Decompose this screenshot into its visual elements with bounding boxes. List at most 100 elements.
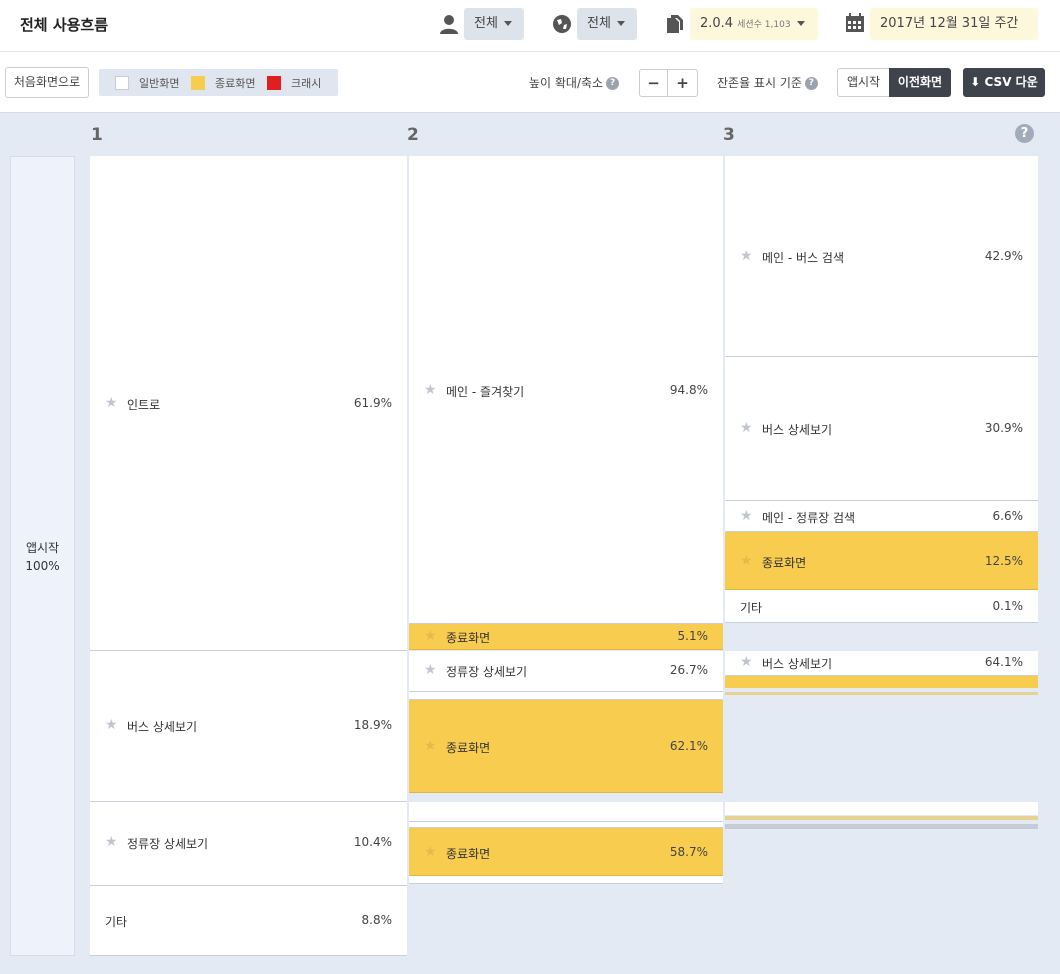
node-label: 종료화면 <box>762 556 807 570</box>
node-percent: 62.1% <box>669 739 708 753</box>
zoom-label-group: 높이 확대/축소? <box>529 74 620 91</box>
node-percent: 6.6% <box>992 509 1024 523</box>
download-icon: ⬇ <box>970 75 981 89</box>
node-percent: 12.5% <box>984 554 1023 568</box>
flow-node[interactable]: ★ 버스 상세보기 64.1% <box>725 651 1038 676</box>
region-filter-value: 전체 <box>587 16 611 31</box>
help-icon[interactable]: ? <box>1015 124 1034 143</box>
node-label: 정류장 상세보기 <box>446 665 528 679</box>
column-number: 2 <box>407 125 419 145</box>
flow-node-other[interactable] <box>409 876 723 884</box>
node-percent: 8.8% <box>361 913 393 927</box>
node-percent: 42.9% <box>984 249 1023 263</box>
document-icon <box>664 13 686 35</box>
node-percent: 5.1% <box>677 629 709 643</box>
help-icon[interactable]: ? <box>606 77 620 90</box>
node-percent: 100% <box>25 559 60 573</box>
node-label: 정류장 상세보기 <box>127 837 209 851</box>
flow-node-exit-thin[interactable] <box>725 676 1038 688</box>
flow-node[interactable]: ★ 메인 - 정류장 검색 6.6% <box>725 501 1038 532</box>
star-icon[interactable]: ★ <box>740 508 753 524</box>
star-icon[interactable]: ★ <box>424 628 437 644</box>
flow-node-exit[interactable]: ★ 종료화면 58.7% <box>409 828 723 876</box>
date-range-dropdown[interactable]: 2017년 12월 31일 주간 <box>870 8 1038 58</box>
flow-node[interactable]: ★ 인트로 61.9% <box>90 156 407 651</box>
zoom-in-button[interactable]: + <box>667 69 698 97</box>
column-number: 3 <box>723 125 735 145</box>
version-value: 2.0.4 <box>700 16 734 31</box>
node-label: 앱시작 <box>25 541 60 555</box>
star-icon[interactable]: ★ <box>424 844 437 860</box>
node-percent: 26.7% <box>669 663 708 677</box>
help-icon[interactable]: ? <box>804 77 818 90</box>
reset-view-button[interactable]: 처음화면으로 <box>5 67 89 98</box>
plus-icon: + <box>676 74 689 92</box>
star-icon[interactable]: ★ <box>740 553 753 569</box>
flow-node-other-thin[interactable] <box>725 824 1038 829</box>
retention-option-label: 앱시작 <box>846 75 881 89</box>
node-label: 메인 - 즐겨찾기 <box>446 385 525 399</box>
star-icon[interactable]: ★ <box>105 395 118 411</box>
chevron-down-icon <box>503 21 512 26</box>
node-label: 종료화면 <box>446 631 491 645</box>
chevron-down-icon <box>616 21 625 26</box>
star-icon[interactable]: ★ <box>105 717 118 733</box>
flow-node-other[interactable] <box>409 692 723 700</box>
globe-icon <box>551 13 573 35</box>
retention-label-group: 잔존율 표시 기준? <box>717 74 818 91</box>
retention-option-label: 이전화면 <box>897 75 943 89</box>
flow-node-exit-thin[interactable] <box>725 816 1038 820</box>
flow-node-exit[interactable]: ★ 종료화면 12.5% <box>725 532 1038 590</box>
flow-node-other-thin[interactable] <box>725 692 1038 695</box>
node-percent: 58.7% <box>669 845 708 859</box>
minus-icon: − <box>647 74 660 92</box>
retention-label: 잔존율 표시 기준 <box>717 76 802 90</box>
star-icon[interactable]: ★ <box>424 662 437 678</box>
node-percent: 64.1% <box>984 655 1023 669</box>
flow-node[interactable]: ★ 정류장 상세보기 10.4% <box>90 802 407 886</box>
node-label: 기타 <box>105 915 128 929</box>
flow-node[interactable]: 기타 8.8% <box>90 886 407 956</box>
flow-node-app-start[interactable]: 앱시작 100% <box>10 156 75 956</box>
node-label: 메인 - 정류장 검색 <box>762 511 856 525</box>
node-percent: 0.1% <box>992 599 1024 613</box>
star-icon[interactable]: ★ <box>740 420 753 436</box>
flow-node[interactable]: ★ 버스 상세보기 18.9% <box>90 651 407 802</box>
flow-node[interactable]: 기타 0.1% <box>725 590 1038 623</box>
version-dropdown[interactable]: 2.0.4 세션수 1,103 <box>690 8 818 40</box>
node-label: 버스 상세보기 <box>762 423 833 437</box>
node-percent: 18.9% <box>353 718 392 732</box>
page-title: 전체 사용흐름 <box>20 16 109 34</box>
node-percent: 10.4% <box>353 835 392 849</box>
node-label: 인트로 <box>127 398 161 412</box>
header-bar: 전체 사용흐름 전체 전체 2.0.4 세션수 1,103 2017년 12월 3… <box>0 0 1060 58</box>
flow-node[interactable]: ★ 메인 - 버스 검색 42.9% <box>725 156 1038 357</box>
user-filter-dropdown[interactable]: 전체 <box>464 8 524 40</box>
chevron-down-icon <box>796 21 805 26</box>
legend-swatch-crash <box>267 76 281 90</box>
flow-node-other[interactable] <box>409 802 723 822</box>
flow-node-other-thin[interactable] <box>725 802 1038 815</box>
flow-node-exit[interactable]: ★ 종료화면 5.1% <box>409 624 723 650</box>
star-icon[interactable]: ★ <box>740 654 753 670</box>
retention-option-app-start[interactable]: 앱시작 <box>837 68 890 97</box>
flow-node[interactable]: ★ 정류장 상세보기 26.7% <box>409 651 723 692</box>
reset-view-label: 처음화면으로 <box>13 75 81 89</box>
node-label: 종료화면 <box>446 847 491 861</box>
star-icon[interactable]: ★ <box>740 248 753 264</box>
sessions-count: 세션수 1,103 <box>737 20 791 30</box>
retention-option-prev-screen[interactable]: 이전화면 <box>889 68 951 97</box>
flow-node-exit[interactable]: ★ 종료화면 62.1% <box>409 700 723 793</box>
star-icon[interactable]: ★ <box>105 834 118 850</box>
csv-download-button[interactable]: ⬇ CSV 다운 <box>963 68 1045 97</box>
flow-node[interactable]: ★ 버스 상세보기 30.9% <box>725 357 1038 501</box>
legend-label-crash: 크래시 <box>291 77 322 90</box>
flow-node[interactable]: ★ 메인 - 즐겨찾기 94.8% <box>409 156 723 624</box>
legend: 일반화면 종료화면 크래시 <box>99 69 338 96</box>
star-icon[interactable]: ★ <box>424 382 437 398</box>
zoom-out-button[interactable]: − <box>639 69 668 97</box>
star-icon[interactable]: ★ <box>424 738 437 754</box>
calendar-icon <box>845 13 867 35</box>
region-filter-dropdown[interactable]: 전체 <box>577 8 637 40</box>
csv-download-label: CSV 다운 <box>984 75 1038 89</box>
